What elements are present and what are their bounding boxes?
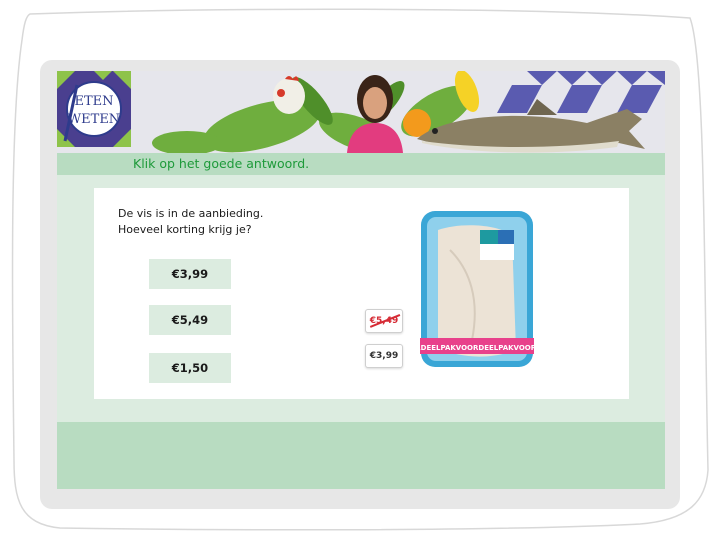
package-band-text: VOORDEELPAKVOORDEELPAKVOORDEEL bbox=[420, 344, 534, 352]
answer-option-2[interactable]: €5,49 bbox=[149, 305, 231, 335]
instruction-bar: Klik op het goede antwoord. bbox=[57, 153, 665, 175]
banner-illustration bbox=[152, 71, 665, 153]
old-price-tag: €5,49 bbox=[365, 309, 403, 333]
logo-line1: ETEN bbox=[74, 94, 113, 109]
logo-line2: WETEN bbox=[68, 112, 120, 127]
answer-option-1[interactable]: €3,99 bbox=[149, 259, 231, 289]
bottom-bar bbox=[57, 422, 665, 489]
question-line-1: De vis is in de aanbieding. bbox=[118, 207, 264, 220]
question-line-2: Hoeveel korting krijg je? bbox=[118, 223, 252, 236]
exercise-screen: ETEN WETEN Klik op het goede antwoord. D… bbox=[57, 71, 665, 489]
new-price-text: €3,99 bbox=[369, 351, 399, 361]
instruction-text: Klik op het goede antwoord. bbox=[133, 156, 310, 171]
new-price-tag: €3,99 bbox=[365, 344, 403, 368]
eten-weten-logo: ETEN WETEN bbox=[57, 71, 131, 147]
question-card: De vis is in de aanbieding. Hoeveel kort… bbox=[94, 188, 629, 399]
fish-package-image: VOORDEELPAKVOORDEELPAKVOORDEEL bbox=[420, 211, 534, 367]
question-text: De vis is in de aanbieding. Hoeveel kort… bbox=[118, 206, 263, 238]
header-banner: ETEN WETEN bbox=[57, 71, 665, 153]
answer-option-3[interactable]: €1,50 bbox=[149, 353, 231, 383]
